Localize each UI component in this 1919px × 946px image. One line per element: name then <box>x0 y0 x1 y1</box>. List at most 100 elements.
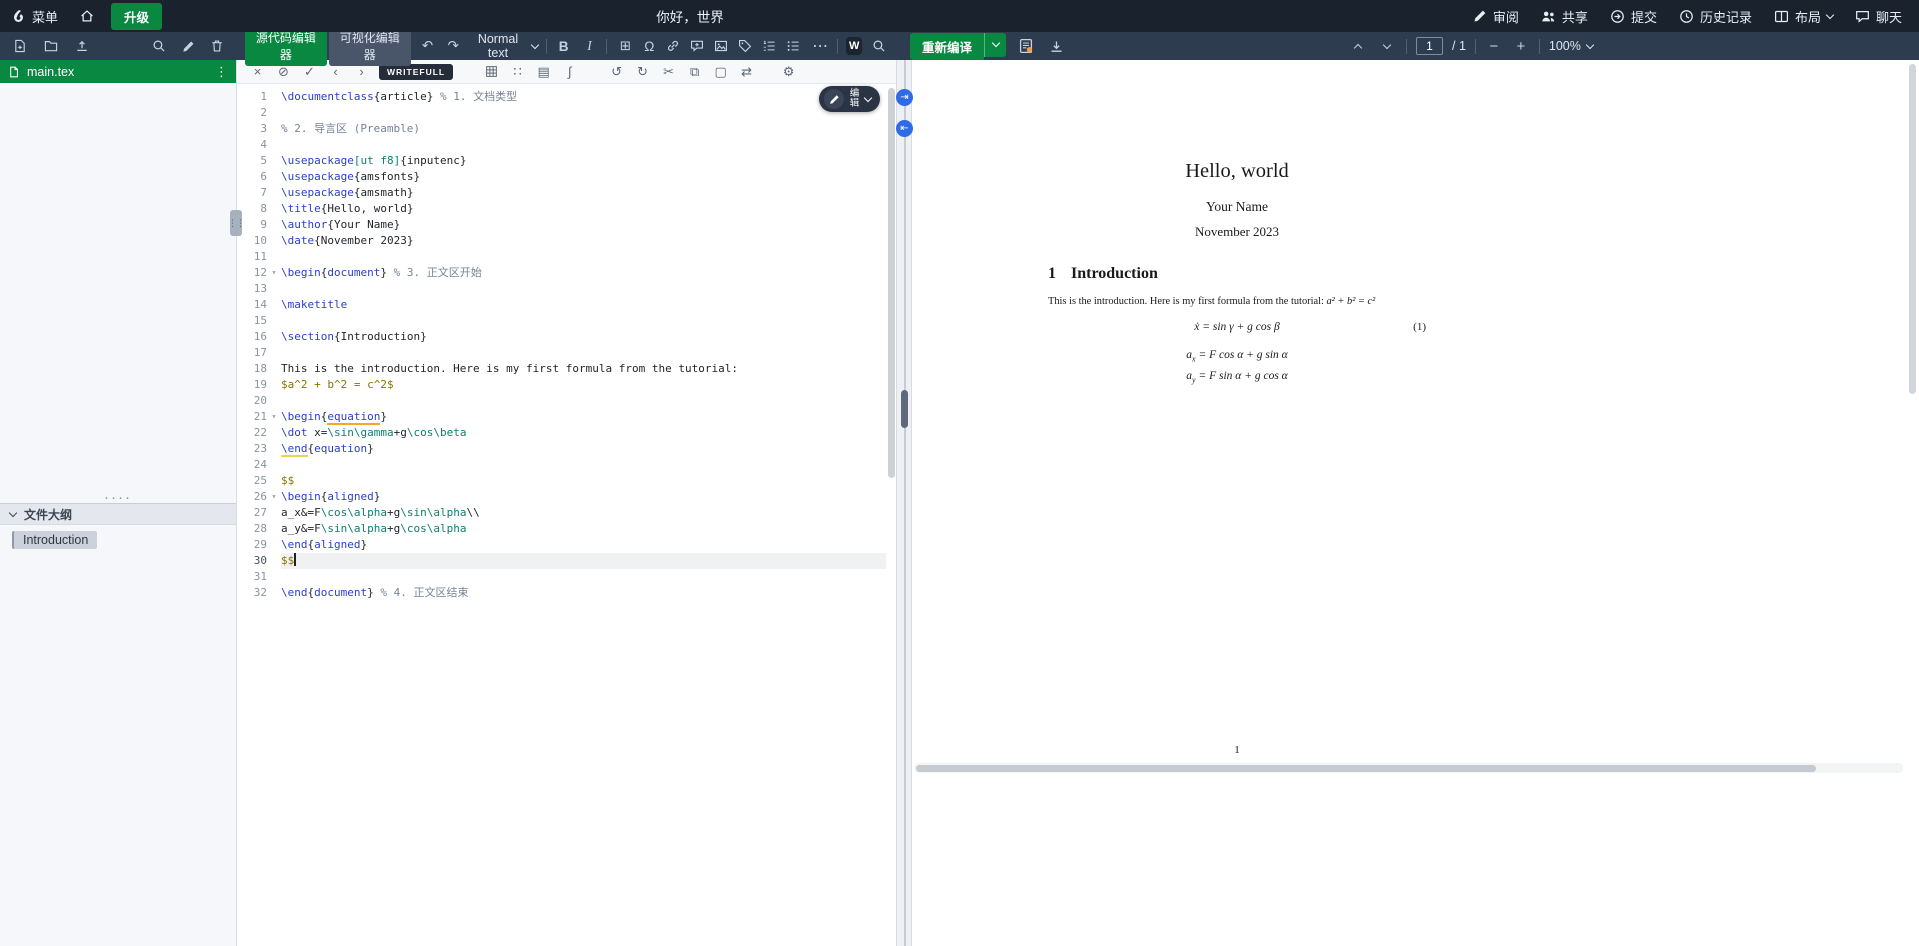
code-line-9[interactable]: 9 \author{Your Name} <box>237 217 886 233</box>
code-line-content[interactable] <box>281 457 886 473</box>
code-line-content[interactable]: % 2. 导言区 (Preamble) <box>281 121 886 137</box>
editor-pdf-divider[interactable]: ⇥ ⇤ <box>896 60 913 946</box>
editor-scrollbar[interactable] <box>886 86 896 946</box>
settings-icon[interactable]: ⚙ <box>780 63 797 81</box>
new-folder-icon[interactable] <box>41 36 61 56</box>
header-action-review[interactable]: 审阅 <box>1462 0 1530 32</box>
code-line-15[interactable]: 15 <box>237 313 886 329</box>
code-line-content[interactable]: \documentclass{article} % 1. 文档类型 <box>281 89 886 105</box>
code-line-20[interactable]: 20 <box>237 393 886 409</box>
file-tree-empty-area[interactable] <box>0 83 236 492</box>
code-line-14[interactable]: 14 \maketitle <box>237 297 886 313</box>
code-line-17[interactable]: 17 <box>237 345 886 361</box>
code-line-content[interactable]: \begin{document} % 3. 正文区开始 <box>281 265 886 281</box>
zoom-level-dropdown[interactable]: 100% <box>1549 39 1595 53</box>
code-line-10[interactable]: 10 \date{November 2023} <box>237 233 886 249</box>
file-menu-icon[interactable]: ⋮ <box>215 64 228 80</box>
search-files-icon[interactable] <box>149 36 169 56</box>
insert-symbol-icon[interactable]: Ω <box>639 36 659 56</box>
code-line-content[interactable]: a_y&=F\sin\alpha+g\cos\alpha <box>281 521 886 537</box>
code-line-16[interactable]: 16 \section{Introduction} <box>237 329 886 345</box>
undo-icon[interactable]: ↺ <box>608 63 625 81</box>
previous-page-button[interactable] <box>1348 36 1368 56</box>
code-line-4[interactable]: 4 <box>237 137 886 153</box>
zoom-in-button[interactable]: + <box>1512 36 1530 56</box>
review-mode-pill[interactable]: 编辑 <box>819 86 880 112</box>
code-line-30[interactable]: 30 $$ <box>237 553 886 569</box>
source-editor-button[interactable]: 源代码编辑器 <box>245 26 327 66</box>
code-line-26[interactable]: 26 ▾ \begin{aligned} <box>237 489 886 505</box>
file-tree-item-main-tex[interactable]: main.tex ⋮ <box>0 60 236 83</box>
code-line-1[interactable]: 1 \documentclass{article} % 1. 文档类型 <box>237 89 886 105</box>
sidebar-resize-handle[interactable]: ⋮⋮ <box>228 210 245 236</box>
zoom-out-button[interactable]: − <box>1485 36 1503 56</box>
code-line-content[interactable]: \begin{aligned} <box>281 489 886 505</box>
bulleted-list-icon[interactable] <box>783 36 803 56</box>
insert-table-icon[interactable]: ⊞ <box>615 36 635 56</box>
code-line-content[interactable]: \end{document} % 4. 正文区结束 <box>281 585 886 601</box>
page-number-input[interactable] <box>1416 37 1443 55</box>
paragraph-style-dropdown[interactable]: Normal text <box>470 32 539 60</box>
sync-to-code-button[interactable]: ⇤ <box>896 120 913 137</box>
code-line-content[interactable]: $a^2 + b^2 = c^2$ <box>281 377 886 393</box>
next-page-button[interactable] <box>1377 36 1397 56</box>
code-line-content[interactable] <box>281 345 886 361</box>
code-line-6[interactable]: 6 \usepackage{amsfonts} <box>237 169 886 185</box>
header-action-layout[interactable]: 布局 <box>1763 0 1844 32</box>
insert-figure-icon[interactable] <box>711 36 731 56</box>
bold-button[interactable]: B <box>555 36 573 56</box>
insert-link-icon[interactable] <box>663 36 683 56</box>
code-line-content[interactable] <box>281 137 886 153</box>
code-line-content[interactable] <box>281 281 886 297</box>
code-line-content[interactable] <box>281 393 886 409</box>
swap-icon[interactable]: ⇄ <box>738 63 755 81</box>
code-line-content[interactable]: \dot x=\sin\gamma+g\cos\beta <box>281 425 886 441</box>
undo-icon[interactable]: ↶ <box>419 36 437 56</box>
code-line-32[interactable]: 32 \end{document} % 4. 正文区结束 <box>237 585 886 601</box>
code-line-31[interactable]: 31 <box>237 569 886 585</box>
code-line-content[interactable]: $$ <box>281 473 886 489</box>
numbered-list-icon[interactable] <box>759 36 779 56</box>
code-line-13[interactable]: 13 <box>237 281 886 297</box>
divider-grip[interactable] <box>901 390 908 428</box>
code-line-content[interactable]: \end{equation} <box>281 441 886 457</box>
visual-editor-button[interactable]: 可视化编辑器 <box>328 26 411 66</box>
upgrade-button[interactable]: 升级 <box>111 2 163 30</box>
cut-icon[interactable]: ✂ <box>660 63 677 81</box>
menu-button[interactable]: 菜单 <box>0 0 69 32</box>
code-line-content[interactable]: \usepackage[ut f8]{inputenc} <box>281 153 886 169</box>
code-line-content[interactable]: \title{Hello, world} <box>281 201 886 217</box>
home-button[interactable] <box>69 0 105 32</box>
download-pdf-icon[interactable] <box>1046 36 1066 56</box>
sync-to-pdf-button[interactable]: ⇥ <box>896 89 913 106</box>
code-line-23[interactable]: 23 \end{equation} <box>237 441 886 457</box>
redo-icon[interactable]: ↷ <box>444 36 462 56</box>
notes-tool-icon[interactable]: ▤ <box>535 63 552 81</box>
editor-search-icon[interactable] <box>870 36 888 56</box>
code-line-25[interactable]: 25 $$ <box>237 473 886 489</box>
pdf-horizontal-scrollbar[interactable] <box>914 763 1903 773</box>
code-line-22[interactable]: 22 \dot x=\sin\gamma+g\cos\beta <box>237 425 886 441</box>
header-action-history[interactable]: 历史记录 <box>1668 0 1763 32</box>
table-generator-icon[interactable] <box>483 63 500 81</box>
code-editor[interactable]: 1 \documentclass{article} % 1. 文档类型 2 3% 2.… <box>237 84 886 946</box>
recompile-button[interactable]: 重新编译 <box>910 32 985 60</box>
code-line-content[interactable] <box>281 249 886 265</box>
paste-icon[interactable]: ▢ <box>712 63 729 81</box>
writefull-toggle-icon[interactable]: W <box>846 37 863 55</box>
fold-caret-icon[interactable]: ▾ <box>267 265 281 281</box>
code-line-11[interactable]: 11 <box>237 249 886 265</box>
fold-caret-icon[interactable]: ▾ <box>267 409 281 425</box>
copy-icon[interactable]: ⧉ <box>686 63 703 81</box>
code-line-content[interactable] <box>281 105 886 121</box>
header-action-chat[interactable]: 聊天 <box>1844 0 1913 32</box>
code-line-28[interactable]: 28 a_y&=F\sin\alpha+g\cos\alpha <box>237 521 886 537</box>
code-line-content[interactable]: \begin{equation} <box>281 409 886 425</box>
compile-log-icon[interactable] <box>1016 36 1036 56</box>
recompile-options-button[interactable] <box>984 32 1007 57</box>
code-line-content[interactable]: \section{Introduction} <box>281 329 886 345</box>
code-line-content[interactable] <box>281 313 886 329</box>
code-line-content[interactable]: \end{aligned} <box>281 537 886 553</box>
code-line-content[interactable]: \usepackage{amsmath} <box>281 185 886 201</box>
code-line-24[interactable]: 24 <box>237 457 886 473</box>
